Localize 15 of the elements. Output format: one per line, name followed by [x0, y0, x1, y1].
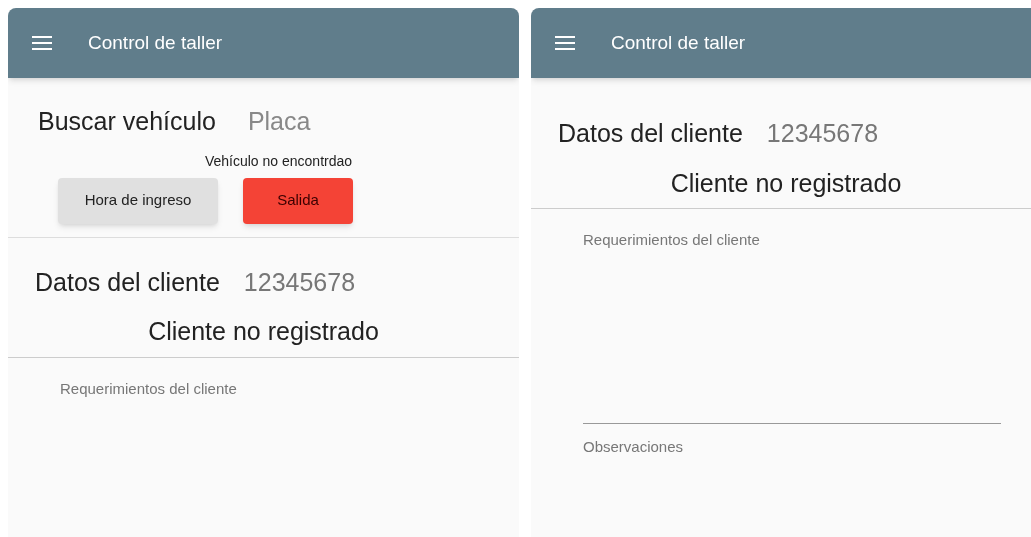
app-title: Control de taller [88, 30, 223, 55]
client-label: Datos del cliente [35, 266, 220, 298]
menu-icon[interactable] [32, 36, 52, 50]
status-message: Vehículo no encontrdao [204, 151, 353, 171]
search-label: Buscar vehículo [38, 106, 216, 137]
menu-icon[interactable] [555, 36, 575, 50]
app-title: Control de taller [611, 30, 746, 55]
plate-input[interactable]: Placa [247, 103, 388, 141]
entry-time-button[interactable]: Hora de ingreso [58, 177, 218, 224]
exit-button[interactable]: Salida [243, 177, 353, 224]
client-status: Cliente no registrado [670, 167, 902, 199]
client-id-input[interactable]: 12345678 [766, 115, 907, 153]
client-status: Cliente no registrado [148, 316, 379, 347]
client-id-input[interactable]: 12345678 [243, 263, 384, 301]
client-label: Datos del cliente [558, 118, 743, 149]
